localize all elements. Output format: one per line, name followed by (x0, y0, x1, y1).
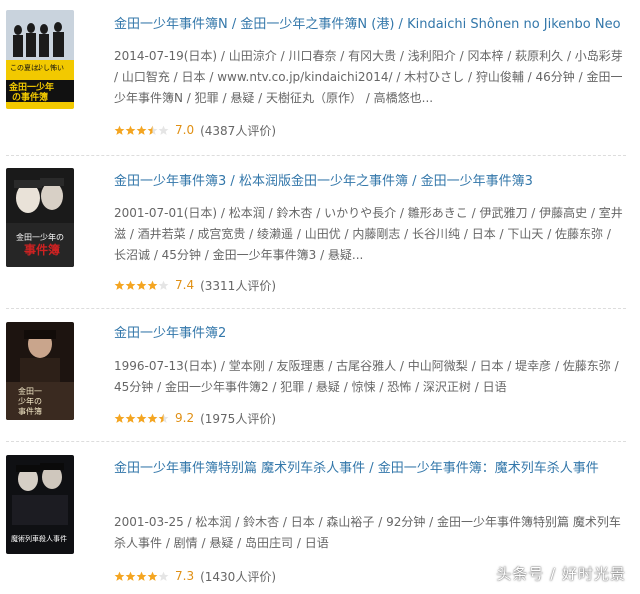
star-icon (158, 413, 169, 423)
rating-count: (1430人评价) (200, 569, 276, 584)
divider (6, 308, 626, 309)
svg-text:魔術列車殺人事件: 魔術列車殺人事件 (11, 534, 67, 543)
svg-text:金田一少年の: 金田一少年の (16, 232, 64, 242)
rating-stars (114, 280, 169, 291)
star-icon (147, 280, 158, 290)
star-icon (114, 125, 125, 135)
rating-stars (114, 571, 169, 582)
star-icon (158, 571, 169, 581)
title-link[interactable]: 金田一少年事件簿2 (114, 326, 226, 341)
divider (6, 155, 626, 156)
rating-score: 7.4 (175, 278, 195, 292)
item-meta: 2001-07-01(日本) / 松本润 / 鈴木杏 / いかりや長介 / 雛形… (114, 206, 623, 262)
svg-text:金田一: 金田一 (18, 386, 42, 396)
poster-image[interactable]: 金田一少年の 事件簿 (6, 168, 74, 267)
item-meta: 1996-07-13(日本) / 堂本刚 / 友阪理惠 / 古尾谷雅人 / 中山… (114, 359, 619, 394)
item-meta: 2001-03-25 / 松本润 / 鈴木杏 / 日本 / 森山裕子 / 92分… (114, 515, 621, 550)
star-icon (147, 571, 158, 581)
item-meta: 2014-07-19(日本) / 山田涼介 / 川口春奈 / 有冈大贵 / 浅利… (114, 49, 623, 105)
svg-text:事件簿: 事件簿 (24, 242, 60, 257)
item-title[interactable]: 金田一少年事件簿特别篇 魔术列车杀人事件 / 金田一少年事件簿：魔术列车杀人事件 (114, 458, 624, 480)
rating-row: 9.2 (1975人评价) (114, 409, 276, 427)
star-icon (136, 571, 147, 581)
star-icon (158, 280, 169, 290)
rating-count: (4387人评价) (200, 123, 276, 138)
star-icon (125, 571, 136, 581)
rating-count: (1975人评价) (200, 411, 276, 426)
title-link[interactable]: 金田一少年事件簿3 (114, 174, 226, 189)
rating-stars (114, 413, 169, 424)
svg-text:少年の: 少年の (18, 396, 42, 406)
rating-row: 7.0 (4387人评价) (114, 121, 276, 139)
star-icon (125, 125, 136, 135)
star-icon (147, 125, 158, 135)
star-icon (136, 413, 147, 423)
item-title[interactable]: 金田一少年事件簿N / 金田一少年之事件簿N (港) / Kindaichi S… (114, 14, 624, 36)
rating-stars (114, 125, 169, 136)
svg-text:事件簿: 事件簿 (18, 406, 42, 416)
star-icon (125, 280, 136, 290)
star-icon (114, 280, 125, 290)
title-link[interactable]: 金田一少年事件簿特别篇 魔术列车杀人事件 (114, 461, 365, 476)
rating-score: 9.2 (175, 411, 195, 425)
item-title[interactable]: 金田一少年事件簿2 (114, 323, 624, 345)
star-icon (158, 125, 169, 135)
poster-image[interactable]: この夏は、 少し怖い 金田一少年 の事件簿 (6, 10, 74, 109)
svg-text:金田一少年: 金田一少年 (8, 81, 54, 93)
poster-image[interactable]: 金田一 少年の 事件簿 (6, 322, 74, 420)
title-link[interactable]: Kindaichi Shônen no Jikenbo Neo (407, 17, 620, 32)
star-icon (114, 413, 125, 423)
title-link[interactable]: 金田一少年事件簿：魔术列车杀人事件 (378, 461, 599, 476)
rating-score: 7.3 (175, 569, 195, 583)
star-icon (125, 413, 136, 423)
rating-row: 7.3 (1430人评价) (114, 567, 276, 585)
item-title[interactable]: 金田一少年事件簿3 / 松本润版金田一少年之事件簿 / 金田一少年事件簿3 (114, 171, 624, 193)
watermark: 头条号 / 好时光景 (496, 565, 626, 583)
star-icon (136, 125, 147, 135)
star-icon (114, 571, 125, 581)
svg-text:少し怖い: 少し怖い (36, 63, 64, 72)
rating-score: 7.0 (175, 123, 195, 137)
title-link[interactable]: 金田一少年之事件簿N (港) (240, 17, 394, 32)
poster-image[interactable]: 魔術列車殺人事件 (6, 455, 74, 554)
title-link[interactable]: 松本润版金田一少年之事件簿 (239, 174, 408, 189)
svg-text:の事件簿: の事件簿 (12, 91, 48, 103)
title-link[interactable]: 金田一少年事件簿N (114, 17, 228, 32)
search-results-list: この夏は、 少し怖い 金田一少年 の事件簿 金田一少年事件簿N / 金田一少年之… (0, 0, 640, 594)
star-icon (147, 413, 158, 423)
title-link[interactable]: 金田一少年事件簿3 (421, 174, 533, 189)
star-icon (136, 280, 147, 290)
rating-row: 7.4 (3311人评价) (114, 276, 276, 294)
rating-count: (3311人评价) (200, 278, 276, 293)
divider (6, 441, 626, 442)
